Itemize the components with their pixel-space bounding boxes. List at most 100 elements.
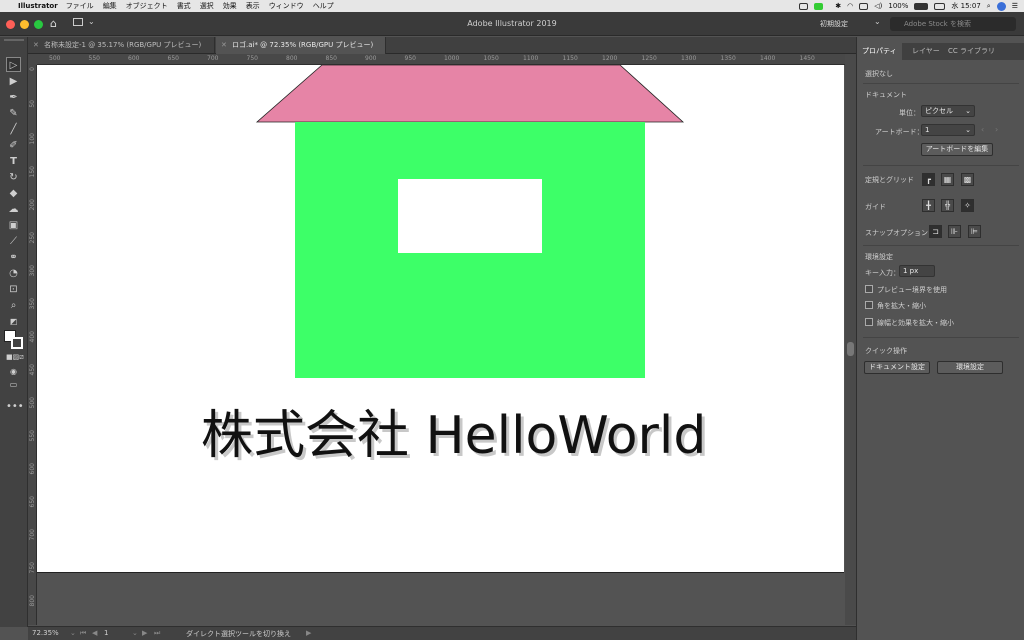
snap-to-grid-icon[interactable]: ⊫ bbox=[968, 225, 981, 238]
notification-center-icon[interactable]: ☰ bbox=[1012, 2, 1018, 10]
menu-object[interactable]: オブジェクト bbox=[126, 1, 168, 11]
battery-percent[interactable]: 100% bbox=[888, 2, 908, 10]
document-setup-button[interactable]: ドキュメント設定 bbox=[864, 361, 930, 374]
eraser-tool-icon[interactable]: ◆ bbox=[6, 186, 21, 201]
app-menu[interactable]: Illustrator bbox=[18, 2, 58, 10]
gradient-tool-icon[interactable]: ▣ bbox=[6, 218, 21, 233]
bluetooth-icon[interactable]: ✱ bbox=[835, 2, 841, 10]
status-menu-icon[interactable]: ▶ bbox=[306, 629, 311, 637]
house-window[interactable] bbox=[398, 179, 542, 253]
direct-selection-tool-icon[interactable]: ▶ bbox=[6, 74, 21, 89]
rotate-tool-icon[interactable]: ↻ bbox=[6, 170, 21, 185]
ruler-origin[interactable] bbox=[28, 54, 37, 65]
scale-strokes-checkbox[interactable] bbox=[865, 318, 873, 326]
zoom-tool-icon[interactable]: ⌕ bbox=[6, 298, 21, 313]
menu-help[interactable]: ヘルプ bbox=[313, 1, 334, 11]
divider bbox=[863, 165, 1019, 166]
zoom-chevron-icon[interactable]: ⌄ bbox=[70, 629, 76, 637]
last-artboard-icon[interactable]: ⏭ bbox=[154, 629, 160, 638]
ruler-tick-label: 500 bbox=[29, 397, 36, 409]
selection-tool-icon[interactable]: ▷ bbox=[6, 57, 21, 72]
tab-logo[interactable]: ✕ ロゴ.ai* @ 72.35% (RGB/GPU プレビュー) bbox=[216, 37, 386, 54]
curvature-tool-icon[interactable]: ✎ bbox=[6, 106, 21, 121]
artboard-chevron-icon[interactable]: ⌄ bbox=[132, 629, 138, 637]
lock-guides-icon[interactable]: ╬ bbox=[941, 199, 954, 212]
house-roof[interactable] bbox=[255, 64, 685, 123]
paintbrush-tool-icon[interactable]: ✐ bbox=[6, 138, 21, 153]
edit-artboards-button[interactable]: アートボードを編集 bbox=[921, 143, 993, 156]
user-avatar[interactable] bbox=[996, 1, 1006, 11]
close-tab-icon[interactable]: ✕ bbox=[221, 37, 227, 54]
tab-label: ロゴ.ai* @ 72.35% (RGB/GPU プレビュー) bbox=[232, 41, 374, 49]
tab-properties[interactable]: プロパティ bbox=[857, 43, 902, 60]
logo-text[interactable]: 株式会社 HelloWorld bbox=[201, 406, 706, 466]
line-app-icon[interactable] bbox=[814, 2, 824, 10]
panel-grip[interactable] bbox=[4, 39, 24, 41]
airplay-icon[interactable] bbox=[859, 2, 869, 10]
scrollbar-thumb[interactable] bbox=[847, 342, 854, 356]
clock[interactable]: 水 15:07 bbox=[951, 1, 980, 11]
menu-select[interactable]: 選択 bbox=[200, 1, 214, 11]
tab-layers[interactable]: レイヤー bbox=[907, 43, 945, 60]
smart-guides-icon[interactable]: ✧ bbox=[961, 199, 974, 212]
vertical-ruler[interactable]: 0 50 100 150 200 250 300 350 400 450 500 550 600 650 7… bbox=[28, 65, 37, 625]
panel-tabs: プロパティ レイヤー CC ライブラリ bbox=[857, 43, 1024, 60]
screen-mode-icon[interactable]: ▭ bbox=[6, 377, 21, 392]
prev-artboard-icon[interactable]: ◀ bbox=[92, 629, 97, 637]
horizontal-ruler[interactable]: 500 550 600 650 700 750 800 850 900 950 1000 1050 11… bbox=[37, 54, 845, 65]
default-colors-icon[interactable]: ◩ bbox=[6, 314, 21, 329]
zoom-level[interactable]: 72.35% bbox=[32, 629, 59, 637]
snap-to-pixel-icon[interactable]: ⊪ bbox=[948, 225, 961, 238]
preview-bounds-checkbox[interactable] bbox=[865, 285, 873, 293]
menu-effect[interactable]: 効果 bbox=[223, 1, 237, 11]
shape-builder-tool-icon[interactable]: ◔ bbox=[6, 266, 21, 281]
menu-file[interactable]: ファイル bbox=[66, 1, 94, 11]
artboard-dropdown[interactable]: 1 ⌄ bbox=[921, 124, 975, 136]
preferences-button[interactable]: 環境設定 bbox=[937, 361, 1003, 374]
volume-icon[interactable]: ◁) bbox=[874, 2, 882, 10]
rulers-icon[interactable]: ┏ bbox=[922, 173, 935, 186]
artboard-number[interactable]: 1 bbox=[104, 629, 108, 637]
pen-tool-icon[interactable]: ✒ bbox=[6, 90, 21, 105]
type-tool-icon[interactable]: T bbox=[6, 154, 21, 169]
guides-icon[interactable]: ╋ bbox=[922, 199, 935, 212]
menu-view[interactable]: 表示 bbox=[246, 1, 260, 11]
ruler-tick-label: 1400 bbox=[760, 55, 776, 62]
color-mode-icon[interactable]: ■▨⧄ bbox=[6, 350, 24, 365]
spotlight-icon[interactable]: ⌕ bbox=[987, 2, 991, 11]
unit-dropdown[interactable]: ピクセル ⌄ bbox=[921, 105, 975, 117]
next-artboard-icon[interactable]: ▶ bbox=[142, 629, 147, 637]
close-tab-icon[interactable]: ✕ bbox=[33, 37, 39, 54]
tab-untitled[interactable]: ✕ 名称未設定-1 @ 35.17% (RGB/GPU プレビュー) bbox=[28, 37, 215, 54]
transparency-grid-icon[interactable]: ▩ bbox=[961, 173, 974, 186]
menu-type[interactable]: 書式 bbox=[177, 1, 191, 11]
menu-edit[interactable]: 編集 bbox=[103, 1, 117, 11]
snap-to-point-icon[interactable]: ⊐ bbox=[929, 225, 942, 238]
canvas-vertical-scrollbar[interactable] bbox=[845, 54, 856, 625]
stroke-swatch[interactable] bbox=[11, 337, 23, 349]
more-tools-icon[interactable]: ••• bbox=[6, 399, 24, 414]
battery-icon[interactable] bbox=[914, 2, 929, 10]
unit-label: 単位： bbox=[899, 109, 920, 117]
grid-icon[interactable]: ▦ bbox=[941, 173, 954, 186]
scale-corners-checkbox[interactable] bbox=[865, 301, 873, 309]
creative-cloud-icon[interactable] bbox=[799, 2, 809, 10]
eyedropper-tool-icon[interactable]: ⟋ bbox=[6, 234, 21, 249]
artboard[interactable]: 株式会社 HelloWorld 株式会社 HelloWorld bbox=[37, 64, 844, 573]
tab-cc-libraries[interactable]: CC ライブラリ bbox=[943, 43, 1000, 60]
workspace-switcher[interactable]: 初期設定 bbox=[820, 17, 870, 31]
adobe-stock-search[interactable]: Adobe Stock を検索 bbox=[890, 17, 1016, 31]
next-artboard-icon[interactable]: › bbox=[995, 125, 998, 134]
artboard-tool-icon[interactable]: ⊡ bbox=[6, 282, 21, 297]
ruler-tick-label: 650 bbox=[29, 496, 36, 508]
wifi-icon[interactable]: ◠ bbox=[847, 2, 853, 10]
warp-tool-icon[interactable]: ☁ bbox=[6, 202, 21, 217]
menu-window[interactable]: ウィンドウ bbox=[269, 1, 304, 11]
prev-artboard-icon[interactable]: ‹ bbox=[981, 125, 984, 134]
line-tool-icon[interactable]: ╱ bbox=[6, 122, 21, 137]
first-artboard-icon[interactable]: ⏮ bbox=[80, 629, 86, 638]
workspace-chevron-icon[interactable]: ⌄ bbox=[874, 17, 881, 26]
key-input-field[interactable]: 1 px bbox=[899, 265, 935, 277]
blend-tool-icon[interactable]: ⚭ bbox=[6, 250, 21, 265]
input-source-icon[interactable] bbox=[934, 2, 946, 10]
